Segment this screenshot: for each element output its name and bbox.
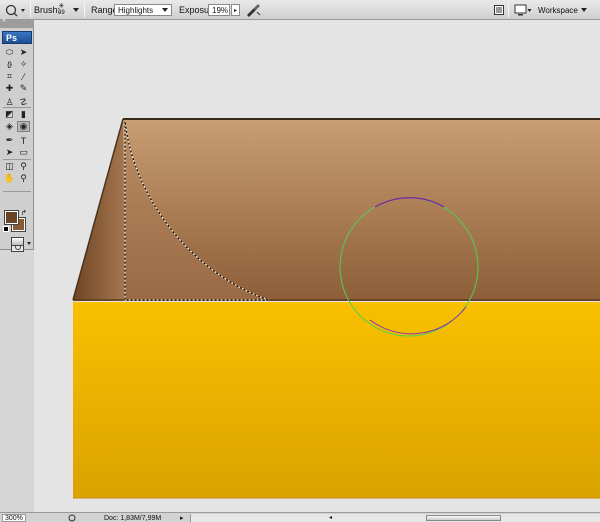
- status-menu-arrow[interactable]: ▸: [180, 513, 184, 522]
- chevron-down-icon: [162, 8, 168, 12]
- swap-colors-icon[interactable]: ↱: [21, 209, 27, 217]
- brush-preview-icon: ✳: [58, 3, 65, 10]
- 3d-tool-icon[interactable]: ◫: [3, 161, 16, 172]
- pen-tool-icon[interactable]: ✒: [3, 135, 16, 146]
- type-tool-icon[interactable]: T: [17, 135, 30, 146]
- exposure-value: 19%: [212, 5, 229, 15]
- screen-mode-arrow[interactable]: [27, 242, 31, 245]
- crop-tool-icon[interactable]: ⌗: [3, 71, 16, 82]
- palette-well-toggle[interactable]: [493, 0, 505, 20]
- tools-panel-header[interactable]: »: [0, 17, 34, 28]
- path-selection-tool-icon[interactable]: ➤: [3, 147, 16, 158]
- gradient-tool-icon[interactable]: ▮: [17, 109, 30, 120]
- chevron-down-icon: [27, 242, 31, 245]
- default-colors-icon[interactable]: [3, 226, 9, 232]
- options-bar: Brush: ✳ 99 Range: Highlights Exposure: …: [0, 0, 600, 20]
- brush-label: Brush:: [34, 5, 61, 15]
- scrollbar-thumb[interactable]: [426, 515, 501, 521]
- dodge-tool-preset-icon: [5, 4, 25, 17]
- eraser-tool-icon[interactable]: ◩: [3, 109, 16, 120]
- tool-preset-picker[interactable]: [4, 0, 26, 20]
- range-value: Highlights: [118, 5, 154, 15]
- range-select[interactable]: Highlights: [114, 4, 172, 16]
- brush-picker[interactable]: ✳ 99: [58, 0, 65, 20]
- lasso-tool-icon[interactable]: ϑ: [3, 59, 16, 70]
- hand-tool-icon[interactable]: ✋: [3, 173, 16, 184]
- info-icon: [68, 514, 76, 522]
- chevron-down-icon: [580, 8, 587, 12]
- eyedropper-tool-icon[interactable]: ⁄: [17, 71, 30, 82]
- magic-wand-tool-icon[interactable]: ✧: [17, 59, 30, 70]
- exposure-input[interactable]: 19%: [208, 4, 230, 16]
- brush-picker-arrow[interactable]: [73, 0, 79, 20]
- photoshop-logo[interactable]: Ps: [2, 31, 32, 44]
- status-info-icon[interactable]: [68, 513, 76, 522]
- collapse-icon: »: [2, 17, 6, 24]
- brush-tool-icon[interactable]: ✎: [17, 83, 30, 94]
- marquee-tool-icon[interactable]: ⬭: [3, 47, 16, 58]
- foreground-color-swatch[interactable]: [4, 210, 19, 225]
- chevron-right-icon: ▸: [180, 515, 184, 522]
- document-icon: [494, 5, 504, 15]
- move-tool-icon[interactable]: ➤: [17, 47, 30, 58]
- workspace-icon-button[interactable]: [514, 0, 532, 20]
- blur-tool-icon[interactable]: ◈: [3, 121, 16, 132]
- workspace-label: Workspace: [538, 5, 578, 15]
- 3d-camera-tool-icon[interactable]: ⚲: [17, 161, 30, 172]
- workspace-menu[interactable]: Workspace: [538, 0, 587, 20]
- document-canvas[interactable]: [34, 20, 600, 512]
- zoom-field[interactable]: 300%: [2, 514, 26, 522]
- screen-mode-button[interactable]: [11, 237, 24, 246]
- airbrush-toggle[interactable]: [245, 0, 261, 20]
- zoom-value: 300%: [5, 514, 23, 522]
- chevron-down-icon: [73, 8, 79, 12]
- status-bar: 300% Doc: 1,83M/7,99M ▸ ◂: [0, 512, 600, 522]
- chevron-right-icon: ▸: [233, 7, 237, 14]
- document-size: Doc: 1,83M/7,99M: [104, 514, 162, 522]
- monitor-icon: [514, 4, 532, 16]
- zoom-tool-icon[interactable]: ⚲: [17, 173, 30, 184]
- airbrush-icon: [247, 4, 261, 17]
- exposure-slider-button[interactable]: ▸: [231, 4, 240, 16]
- box-body: [73, 302, 600, 498]
- scroll-left-arrow[interactable]: ◂: [329, 514, 332, 521]
- brush-size: 99: [58, 10, 65, 16]
- shape-tool-icon[interactable]: ▭: [17, 147, 30, 158]
- horizontal-scrollbar[interactable]: ◂: [190, 514, 600, 522]
- dodge-tool-icon[interactable]: ◉: [17, 121, 30, 132]
- tools-panel: » Ps ⬭ ➤ ϑ ✧ ⌗ ⁄ ✚ ✎ ♙ ☡ ◩ ▮ ◈ ◉ ✒ T ➤ ▭ ◫ ⚲ ✋ ⚲ ↱: [0, 17, 34, 252]
- healing-brush-tool-icon[interactable]: ✚: [3, 83, 16, 94]
- artwork: [72, 118, 600, 499]
